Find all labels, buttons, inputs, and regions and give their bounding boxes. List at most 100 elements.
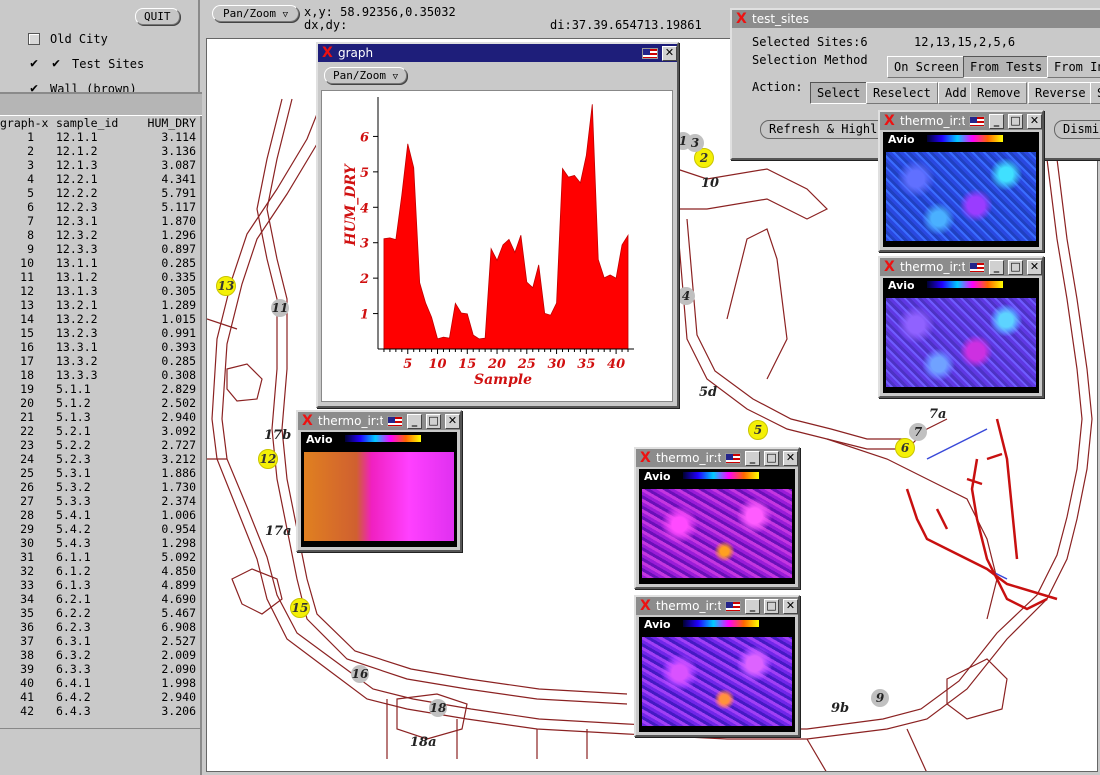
- thermo-window[interactable]: X thermo_ir:th _ □ ✕ Avio: [878, 256, 1044, 398]
- checkbox-wall[interactable]: ✔: [28, 82, 40, 92]
- close-icon[interactable]: ✕: [662, 45, 677, 61]
- table-row[interactable]: 15 13.2.3 0.991: [0, 326, 200, 340]
- reselect-button[interactable]: Reselect: [866, 82, 938, 104]
- pan-zoom-menu[interactable]: Pan/Zoom ▽: [212, 5, 300, 22]
- table-row[interactable]: 5 12.2.2 5.791: [0, 186, 200, 200]
- table-row[interactable]: 25 5.3.1 1.886: [0, 466, 200, 480]
- window-menu-icon[interactable]: X: [640, 450, 652, 466]
- table-row[interactable]: 14 13.2.2 1.015: [0, 312, 200, 326]
- table-row[interactable]: 7 12.3.1 1.870: [0, 214, 200, 228]
- table-row[interactable]: 35 6.2.2 5.467: [0, 606, 200, 620]
- site-marker[interactable]: 16: [351, 665, 369, 683]
- refresh-highlight-button[interactable]: Refresh & Highl: [760, 120, 887, 139]
- window-menu-icon[interactable]: X: [736, 11, 748, 27]
- table-row[interactable]: 41 6.4.2 2.940: [0, 690, 200, 704]
- thermo-window[interactable]: X thermo_ir:th _ □ ✕ Avio: [878, 110, 1044, 252]
- table-row[interactable]: 18 13.3.3 0.308: [0, 368, 200, 382]
- maximize-icon[interactable]: □: [764, 598, 779, 614]
- table-row[interactable]: 10 13.1.1 0.285: [0, 256, 200, 270]
- graph-plot-area[interactable]: 5 10 15 20 25 30 35 40 1 2 3 4 5 6 Sample HUM_DRY: [321, 90, 673, 402]
- table-row[interactable]: 2 12.1.2 3.136: [0, 144, 200, 158]
- dismiss-button[interactable]: Dismis: [1054, 120, 1100, 139]
- table-row[interactable]: 39 6.3.3 2.090: [0, 662, 200, 676]
- close-icon[interactable]: ✕: [445, 413, 460, 429]
- remove-button[interactable]: Remove: [970, 82, 1028, 104]
- table-row[interactable]: 30 5.4.3 1.298: [0, 536, 200, 550]
- site-marker[interactable]: 12: [258, 449, 278, 469]
- table-row[interactable]: 38 6.3.2 2.009: [0, 648, 200, 662]
- from-tests-button[interactable]: From Tests: [963, 56, 1050, 78]
- thermo-titlebar[interactable]: X thermo_ir:th _ □ ✕: [880, 112, 1042, 130]
- reverse-button[interactable]: Reverse: [1028, 82, 1093, 104]
- table-row[interactable]: 16 13.3.1 0.393: [0, 340, 200, 354]
- table-row[interactable]: 9 12.3.3 0.897: [0, 242, 200, 256]
- from-image-button[interactable]: From In: [1047, 56, 1100, 78]
- graph-window[interactable]: X graph ✕ Pan/Zoom ▽ 5 10 15 20 25 30 35 40 1 2 3 4…: [316, 42, 679, 408]
- site-marker[interactable]: 4: [677, 287, 695, 305]
- thermo-titlebar[interactable]: X thermo_ir:th _ □ ✕: [880, 258, 1042, 276]
- quit-button[interactable]: QUIT: [135, 8, 180, 25]
- table-row[interactable]: 4 12.2.1 4.341: [0, 172, 200, 186]
- table-row[interactable]: 27 5.3.3 2.374: [0, 494, 200, 508]
- minimize-icon[interactable]: _: [989, 259, 1004, 275]
- table-row[interactable]: 32 6.1.2 4.850: [0, 564, 200, 578]
- table-row[interactable]: 37 6.3.1 2.527: [0, 634, 200, 648]
- selected-sites-value[interactable]: 12,13,15,2,5,6: [914, 35, 1015, 49]
- table-row[interactable]: 13 13.2.1 1.289: [0, 298, 200, 312]
- site-label[interactable]: 7a: [929, 407, 946, 422]
- table-row[interactable]: 12 13.1.3 0.305: [0, 284, 200, 298]
- table-row[interactable]: 6 12.2.3 5.117: [0, 200, 200, 214]
- site-label[interactable]: 17a: [265, 524, 292, 539]
- site-label[interactable]: 17b: [264, 428, 291, 443]
- thermo-titlebar[interactable]: X thermo_ir:th _ □ ✕: [636, 597, 798, 615]
- on-screen-button[interactable]: On Screen: [887, 56, 967, 78]
- minimize-icon[interactable]: _: [989, 113, 1004, 129]
- thermo-titlebar[interactable]: X thermo_ir:th _ □ ✕: [298, 412, 460, 430]
- site-marker[interactable]: 18: [429, 699, 447, 717]
- table-row[interactable]: 31 6.1.1 5.092: [0, 550, 200, 564]
- site-marker[interactable]: 9: [871, 689, 889, 707]
- close-icon[interactable]: ✕: [783, 598, 798, 614]
- table-row[interactable]: 34 6.2.1 4.690: [0, 592, 200, 606]
- site-marker[interactable]: 15: [290, 598, 310, 618]
- minimize-icon[interactable]: _: [745, 598, 760, 614]
- site-marker[interactable]: 7: [909, 423, 927, 441]
- window-menu-icon[interactable]: X: [884, 113, 896, 129]
- more-button[interactable]: S: [1090, 82, 1100, 104]
- thermo-titlebar[interactable]: X thermo_ir:th _ □ ✕: [636, 449, 798, 467]
- table-row[interactable]: 21 5.1.3 2.940: [0, 410, 200, 424]
- minimize-icon[interactable]: _: [745, 450, 760, 466]
- site-label[interactable]: 10: [701, 176, 719, 191]
- thermo-window[interactable]: X thermo_ir:th _ □ ✕ Avio: [634, 447, 800, 589]
- table-row[interactable]: 42 6.4.3 3.206: [0, 704, 200, 718]
- thermo-window[interactable]: X thermo_ir:th _ □ ✕ Avio: [296, 410, 462, 552]
- table-row[interactable]: 17 13.3.2 0.285: [0, 354, 200, 368]
- site-marker[interactable]: 13: [216, 276, 236, 296]
- table-row[interactable]: 24 5.2.3 3.212: [0, 452, 200, 466]
- select-button[interactable]: Select: [810, 82, 868, 104]
- table-row[interactable]: 8 12.3.2 1.296: [0, 228, 200, 242]
- table-row[interactable]: 19 5.1.1 2.829: [0, 382, 200, 396]
- panel-separator[interactable]: [0, 92, 202, 116]
- layer-old-city[interactable]: Old City: [28, 32, 108, 46]
- table-row[interactable]: 33 6.1.3 4.899: [0, 578, 200, 592]
- maximize-icon[interactable]: □: [1008, 259, 1023, 275]
- site-label[interactable]: 18a: [410, 735, 437, 750]
- checkbox-test-sites[interactable]: ✔: [28, 57, 40, 70]
- table-row[interactable]: 20 5.1.2 2.502: [0, 396, 200, 410]
- checkbox-old-city[interactable]: [28, 33, 40, 45]
- layer-test-sites[interactable]: ✔ ✔ Test Sites: [28, 57, 144, 71]
- table-row[interactable]: 1 12.1.1 3.114: [0, 130, 200, 144]
- window-menu-icon[interactable]: X: [884, 259, 896, 275]
- add-button[interactable]: Add: [938, 82, 974, 104]
- site-label[interactable]: 5d: [699, 385, 717, 400]
- minimize-icon[interactable]: _: [407, 413, 422, 429]
- window-menu-icon[interactable]: X: [322, 45, 334, 61]
- graph-pan-zoom-menu[interactable]: Pan/Zoom ▽: [324, 67, 408, 84]
- site-label[interactable]: 9b: [831, 701, 849, 716]
- maximize-icon[interactable]: □: [426, 413, 441, 429]
- table-row[interactable]: 23 5.2.2 2.727: [0, 438, 200, 452]
- site-marker[interactable]: 5: [748, 420, 768, 440]
- maximize-icon[interactable]: □: [1008, 113, 1023, 129]
- graph-titlebar[interactable]: X graph ✕: [318, 44, 677, 62]
